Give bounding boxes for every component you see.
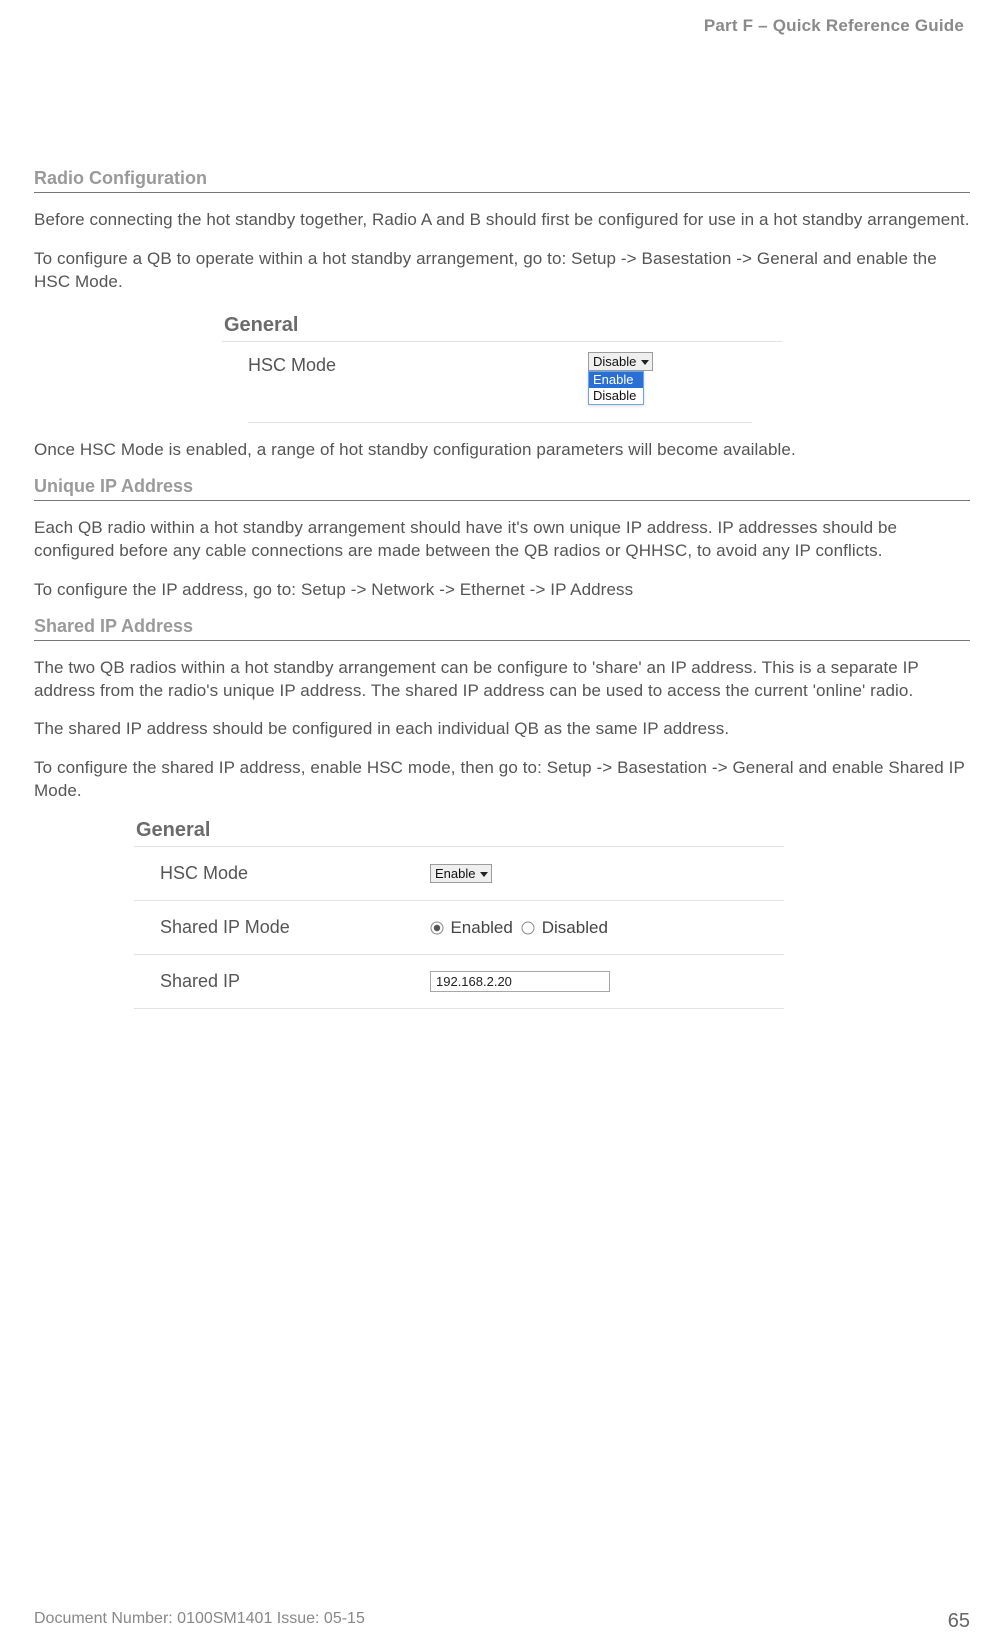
hsc-mode-option-enable[interactable]: Enable bbox=[589, 372, 643, 388]
hsc-mode-label: HSC Mode bbox=[160, 863, 430, 884]
doc-number: Document Number: 0100SM1401 Issue: 05-15 bbox=[34, 1610, 365, 1633]
disabled-label: Disabled bbox=[542, 918, 608, 937]
heading-shared-ip: Shared IP Address bbox=[34, 616, 970, 641]
shared-ip-input[interactable] bbox=[430, 971, 610, 992]
divider bbox=[248, 422, 752, 423]
paragraph: Once HSC Mode is enabled, a range of hot… bbox=[34, 439, 970, 462]
part-header: Part F – Quick Reference Guide bbox=[34, 14, 970, 36]
shared-ip-mode-row: Shared IP Mode Enabled Disabled bbox=[134, 900, 784, 954]
radio-disabled-icon[interactable] bbox=[521, 921, 535, 935]
paragraph: The two QB radios within a hot standby a… bbox=[34, 657, 970, 703]
paragraph: The shared IP address should be configur… bbox=[34, 718, 970, 741]
paragraph: Before connecting the hot standby togeth… bbox=[34, 209, 970, 232]
hsc-mode-select[interactable]: Disable bbox=[588, 352, 653, 371]
hsc-mode-row: HSC Mode Enable bbox=[134, 846, 784, 900]
shared-ip-mode-label: Shared IP Mode bbox=[160, 917, 430, 938]
hsc-mode-select-2[interactable]: Enable bbox=[430, 864, 492, 883]
panel-title: General bbox=[134, 819, 784, 846]
page-number: 65 bbox=[948, 1610, 970, 1633]
hsc-mode-label: HSC Mode bbox=[248, 352, 588, 376]
heading-radio-configuration: Radio Configuration bbox=[34, 168, 970, 193]
page-footer: Document Number: 0100SM1401 Issue: 05-15… bbox=[34, 1610, 970, 1633]
radio-enabled-icon[interactable] bbox=[430, 921, 444, 935]
paragraph: To configure a QB to operate within a ho… bbox=[34, 248, 970, 294]
general-panel-2: General HSC Mode Enable Shared IP Mode E… bbox=[134, 819, 784, 1009]
paragraph: Each QB radio within a hot standby arran… bbox=[34, 517, 970, 563]
enabled-label: Enabled bbox=[450, 918, 512, 937]
hsc-mode-dropdown[interactable]: Enable Disable bbox=[588, 371, 644, 405]
paragraph: To configure the shared IP address, enab… bbox=[34, 757, 970, 803]
shared-ip-mode-value: Enabled Disabled bbox=[430, 918, 608, 938]
hsc-mode-row: HSC Mode Disable Enable Disable bbox=[222, 341, 782, 382]
shared-ip-label: Shared IP bbox=[160, 971, 430, 992]
hsc-mode-option-disable[interactable]: Disable bbox=[589, 388, 643, 404]
general-panel-1: General HSC Mode Disable Enable Disable bbox=[222, 314, 782, 423]
paragraph: To configure the IP address, go to: Setu… bbox=[34, 579, 970, 602]
panel-title: General bbox=[222, 314, 782, 341]
heading-unique-ip: Unique IP Address bbox=[34, 476, 970, 501]
shared-ip-row: Shared IP bbox=[134, 954, 784, 1009]
